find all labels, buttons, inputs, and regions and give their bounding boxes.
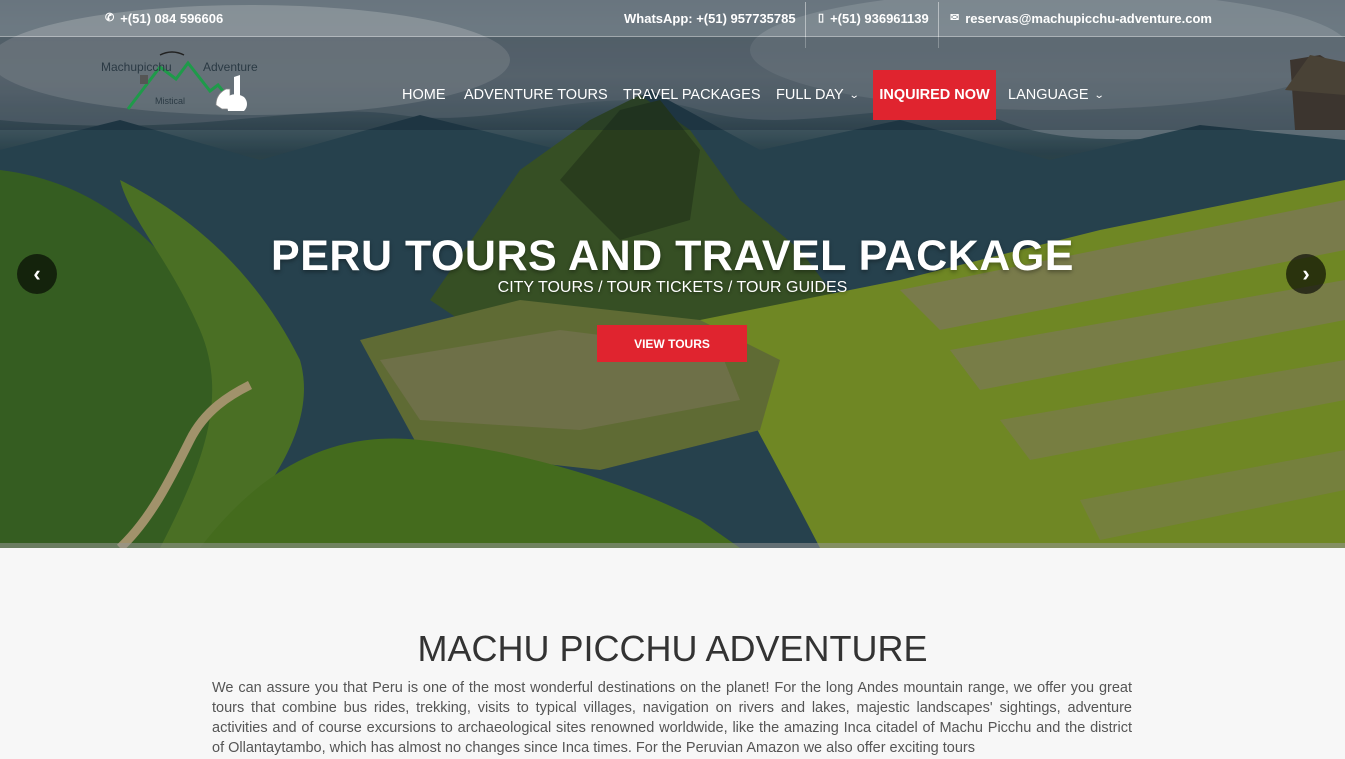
chevron-down-icon: ⌄ bbox=[1093, 89, 1105, 101]
hero-slider: ✆ +(51) 084 596606 WhatsApp: +(51) 95773… bbox=[0, 0, 1345, 548]
mobile-phone-text: +(51) 936961139 bbox=[830, 11, 929, 26]
nav-full-day[interactable]: FULL DAY ⌄ bbox=[776, 87, 860, 103]
nav-home[interactable]: HOME bbox=[402, 87, 446, 103]
nav-travel-packages-label: TRAVEL PACKAGES bbox=[623, 87, 761, 103]
inquire-now-button[interactable]: INQUIRED NOW bbox=[873, 70, 996, 120]
logo-text-mistical: Mistical bbox=[155, 96, 186, 106]
chevron-down-icon: ⌄ bbox=[848, 89, 860, 101]
nav-home-label: HOME bbox=[402, 87, 446, 103]
office-phone-text: +(51) 084 596606 bbox=[120, 11, 224, 26]
top-info-bar: ✆ +(51) 084 596606 WhatsApp: +(51) 95773… bbox=[0, 0, 1345, 48]
slide-subtitle: CITY TOURS / TOUR TICKETS / TOUR GUIDES bbox=[497, 279, 848, 296]
email-contact[interactable]: ✉ reservas@machupicchu-adventure.com bbox=[950, 11, 1212, 26]
about-section: MACHU PICCHU ADVENTURE We can assure you… bbox=[0, 548, 1345, 759]
slider-prev-button[interactable]: ‹ bbox=[17, 254, 57, 294]
slide-title: PERU TOURS AND TRAVEL PACKAGE bbox=[271, 232, 1074, 280]
nav-full-day-label: FULL DAY bbox=[776, 87, 844, 103]
nav-adventure-tours[interactable]: ADVENTURE TOURS bbox=[464, 87, 608, 103]
nav-adventure-tours-label: ADVENTURE TOURS bbox=[464, 87, 608, 103]
office-phone[interactable]: ✆ +(51) 084 596606 bbox=[105, 11, 223, 26]
view-tours-button[interactable]: VIEW TOURS bbox=[597, 325, 747, 362]
logo-text-machupicchu: Machupicchu bbox=[101, 60, 172, 74]
about-heading: MACHU PICCHU ADVENTURE bbox=[417, 628, 928, 669]
whatsapp-contact[interactable]: WhatsApp: +(51) 957735785 bbox=[624, 11, 796, 26]
inquire-now-label: INQUIRED NOW bbox=[879, 87, 990, 103]
phone-icon: ✆ bbox=[105, 12, 115, 24]
nav-language-label: LANGUAGE bbox=[1008, 87, 1089, 103]
mobile-phone[interactable]: ▯ +(51) 936961139 bbox=[818, 11, 929, 26]
view-tours-label: VIEW TOURS bbox=[634, 336, 710, 351]
email-text: reservas@machupicchu-adventure.com bbox=[965, 11, 1212, 26]
chevron-left-icon: ‹ bbox=[33, 261, 41, 286]
nav-travel-packages[interactable]: TRAVEL PACKAGES bbox=[623, 87, 761, 103]
logo-text-adventure: Adventure bbox=[203, 60, 258, 74]
site-logo[interactable]: Machupicchu Adventure Mistical bbox=[98, 49, 268, 124]
nav-language[interactable]: LANGUAGE ⌄ bbox=[1008, 87, 1105, 103]
about-text: We can assure you that Peru is one of th… bbox=[212, 680, 1132, 756]
chevron-right-icon: › bbox=[1302, 261, 1310, 286]
main-navbar: Machupicchu Adventure Mistical HOME ADVE… bbox=[0, 37, 1345, 130]
envelope-icon: ✉ bbox=[950, 12, 960, 24]
slider-next-button[interactable]: › bbox=[1286, 254, 1326, 294]
mobile-icon: ▯ bbox=[818, 12, 825, 24]
whatsapp-text: WhatsApp: +(51) 957735785 bbox=[624, 11, 796, 26]
